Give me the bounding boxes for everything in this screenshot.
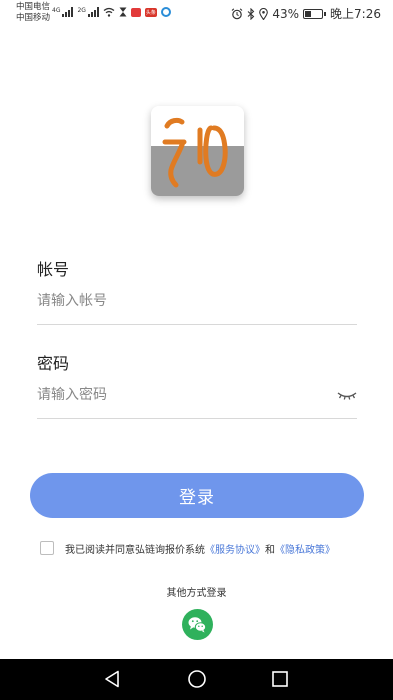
battery-percent: 43% — [272, 6, 300, 21]
carrier-2: 中国移动 — [16, 13, 51, 23]
eye-closed-icon[interactable] — [336, 388, 358, 402]
wifi-icon — [103, 7, 115, 17]
logo-glyph-icon — [162, 117, 228, 188]
recents-square-icon[interactable] — [270, 669, 290, 689]
wechat-login-button[interactable] — [182, 609, 213, 640]
back-triangle-icon[interactable] — [103, 669, 123, 689]
app-circle-icon — [160, 7, 171, 17]
battery-icon — [303, 8, 327, 19]
navigation-bar — [0, 659, 393, 700]
alarm-icon — [231, 7, 243, 19]
home-circle-icon[interactable] — [187, 669, 207, 689]
clock: 晚上7:26 — [330, 7, 381, 21]
status-icons-left: 4G 2G 头条 — [52, 7, 171, 17]
privacy-link[interactable]: 《隐私政策》 — [275, 541, 335, 556]
network-type-1: 4G — [52, 7, 61, 14]
account-input[interactable] — [37, 286, 357, 316]
account-label: 帐号 — [37, 260, 70, 279]
account-underline — [37, 324, 357, 325]
terms-link[interactable]: 《服务协议》 — [205, 541, 265, 556]
login-button[interactable]: 登录 — [30, 473, 364, 518]
agreement-row: 我已阅读并同意弘链询报价系统 《服务协议》 和 《隐私政策》 — [40, 539, 370, 557]
other-login-label: 其他方式登录 — [166, 588, 227, 599]
carrier-1: 中国电信 — [16, 2, 51, 12]
status-bar: 中国电信 中国移动 4G 2G 头条 43% 晚上7:26 — [0, 0, 393, 28]
network-type-2: 2G — [77, 7, 86, 14]
password-label: 密码 — [37, 354, 70, 373]
signal-icon — [62, 7, 74, 17]
agreement-checkbox[interactable] — [40, 541, 54, 555]
agreement-text: 我已阅读并同意弘链询报价系统 — [65, 544, 205, 556]
password-input[interactable] — [37, 380, 327, 410]
app-logo — [151, 106, 244, 196]
toutiao-icon: 头条 — [144, 7, 157, 17]
password-underline — [37, 418, 357, 419]
signal-icon-2 — [87, 7, 99, 17]
status-icons-right: 43% 晚上7:26 — [231, 5, 381, 22]
carrier-info: 中国电信 中国移动 — [16, 2, 50, 24]
wechat-icon — [188, 617, 207, 633]
bluetooth-icon — [248, 7, 255, 20]
app-notification-icon — [130, 7, 141, 17]
hourglass-icon — [119, 7, 127, 17]
location-icon — [259, 7, 269, 20]
agreement-conjunction: 和 — [265, 544, 275, 556]
